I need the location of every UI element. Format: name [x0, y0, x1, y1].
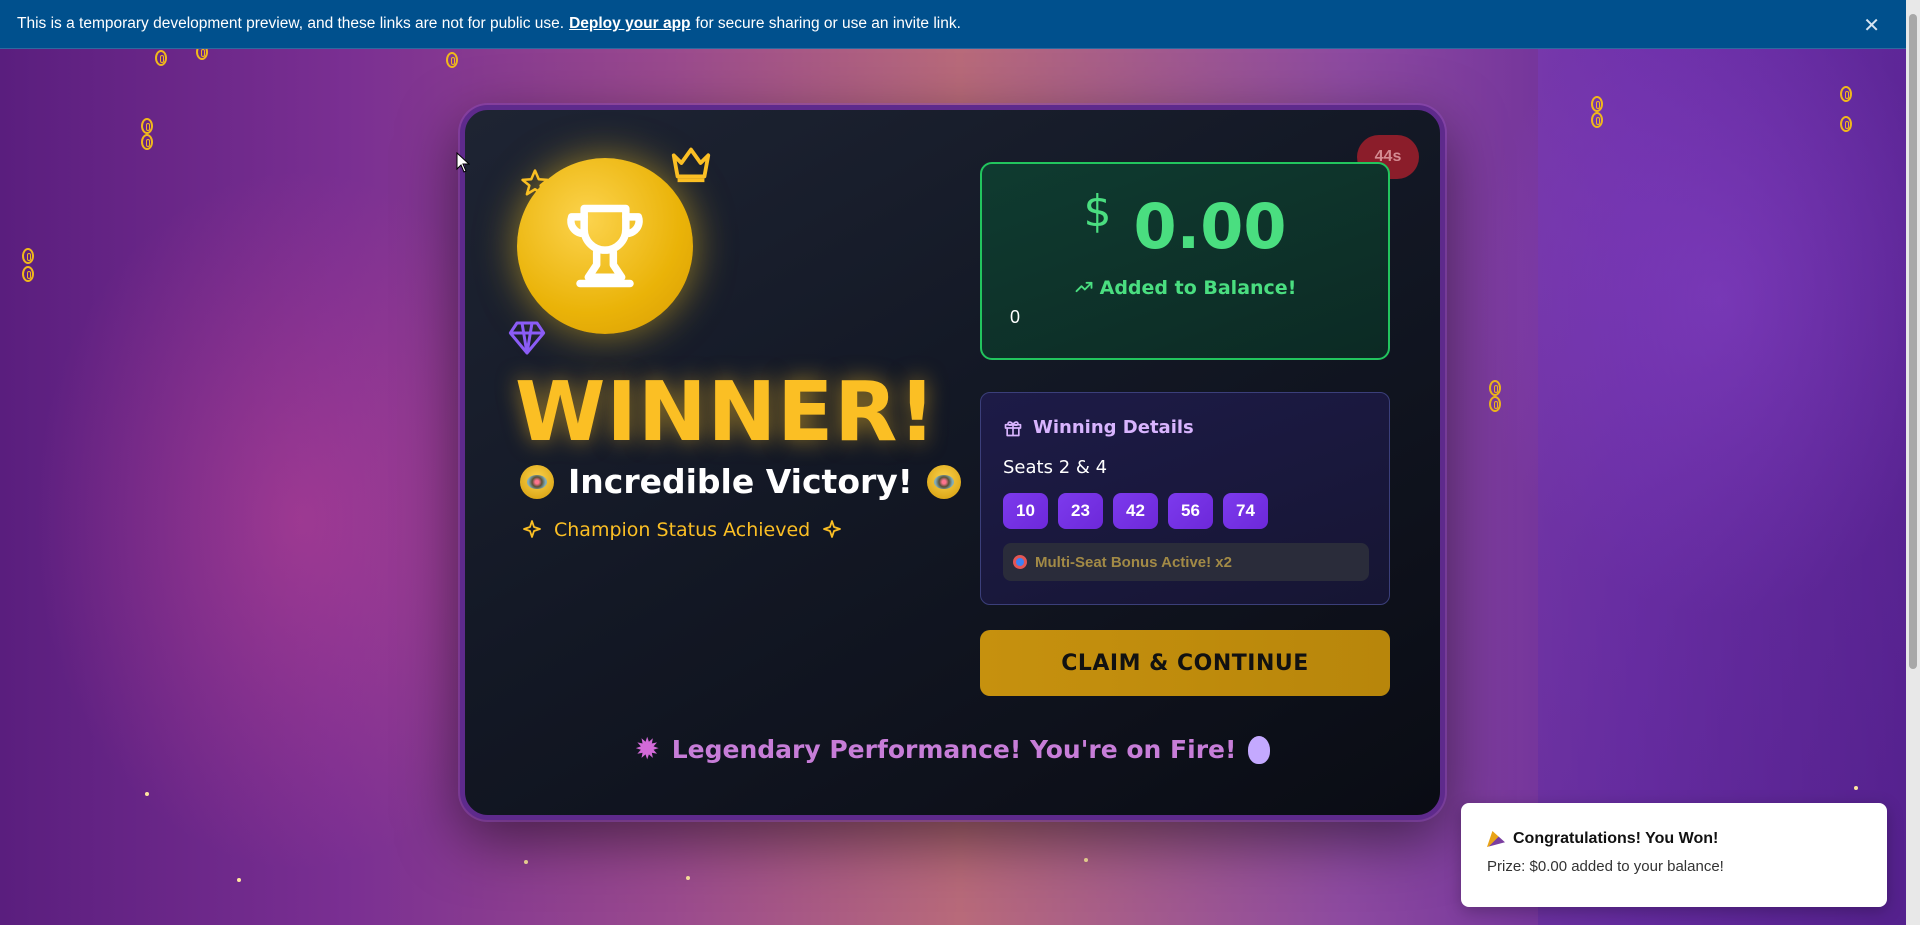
coin-icon — [141, 134, 153, 150]
balance-panel: $0.00 Added to Balance! 0 — [980, 162, 1390, 360]
bonus-banner: Multi-Seat Bonus Active! x2 — [1003, 543, 1369, 581]
banner-text-after: for secure sharing or use an invite link… — [695, 15, 961, 32]
dev-preview-banner: This is a temporary development preview,… — [0, 0, 1906, 49]
toast-title: Congratulations! You Won! — [1487, 830, 1861, 848]
winning-numbers: 10 23 42 56 74 — [1003, 493, 1268, 529]
number-ball: 42 — [1113, 493, 1158, 529]
coin-icon — [1840, 86, 1852, 102]
performance-text: Legendary Performance! You're on Fire! — [671, 735, 1237, 764]
seats-label: Seats 2 & 4 — [1003, 457, 1108, 478]
sparkle-dot — [524, 860, 528, 864]
performance-message: ✹ Legendary Performance! You're on Fire! — [465, 732, 1440, 767]
party-popper-icon — [1487, 831, 1505, 847]
toast-body: Prize: $0.00 added to your balance! — [1487, 858, 1724, 875]
coin-icon — [155, 50, 167, 66]
victory-text: Incredible Victory! — [568, 462, 913, 501]
coin-icon — [1591, 112, 1603, 128]
victory-subtitle: Incredible Victory! — [520, 462, 961, 501]
winner-modal: WINNER! Incredible Victory! Champion Sta… — [460, 105, 1445, 820]
number-ball: 56 — [1168, 493, 1213, 529]
sparkle-dot — [686, 876, 690, 880]
scrollbar-thumb[interactable] — [1909, 14, 1917, 669]
details-title: Winning Details — [1033, 417, 1194, 438]
bee-icon — [520, 464, 554, 499]
coin-icon — [1489, 380, 1501, 396]
amount-value: 0.00 — [1133, 190, 1287, 263]
close-icon[interactable]: ✕ — [1863, 13, 1880, 38]
champion-status: Champion Status Achieved — [520, 518, 844, 542]
number-ball: 23 — [1058, 493, 1103, 529]
added-to-balance: Added to Balance! — [982, 277, 1388, 299]
burst-icon: ✹ — [634, 732, 660, 767]
gift-icon — [1004, 420, 1022, 436]
prize-amount: $0.00 — [982, 186, 1388, 263]
win-toast: Congratulations! You Won! Prize: $0.00 a… — [1461, 803, 1887, 907]
gem-icon — [508, 321, 546, 355]
sparkle-dot — [1084, 858, 1088, 862]
number-ball: 74 — [1223, 493, 1268, 529]
bonus-text: Multi-Seat Bonus Active! x2 — [1035, 553, 1232, 571]
added-label: Added to Balance! — [1099, 277, 1297, 299]
deploy-app-link[interactable]: Deploy your app — [569, 15, 690, 33]
winner-title: WINNER! — [515, 365, 937, 460]
coin-icon — [1591, 96, 1603, 112]
coin-icon — [22, 266, 34, 282]
sparkles-icon — [823, 520, 842, 538]
toast-title-text: Congratulations! You Won! — [1513, 830, 1719, 847]
fire-icon — [1248, 735, 1271, 764]
sparkle-dot — [1854, 786, 1858, 790]
coin-icon — [22, 248, 34, 264]
coin-icon — [1840, 116, 1852, 132]
details-header: Winning Details — [1003, 417, 1194, 438]
banner-text: This is a temporary development preview,… — [17, 15, 565, 32]
sparkle-dot — [145, 792, 149, 796]
crown-icon — [671, 147, 711, 183]
sparkle-dot — [237, 878, 241, 882]
balance-counter: 0 — [1010, 307, 1021, 327]
coin-icon — [1489, 396, 1501, 412]
bee-icon — [926, 464, 961, 499]
champion-text: Champion Status Achieved — [554, 519, 811, 541]
claim-continue-button[interactable]: CLAIM & CONTINUE — [980, 630, 1390, 696]
currency-symbol: $ — [1083, 186, 1112, 237]
number-ball: 10 — [1003, 493, 1048, 529]
coin-icon — [446, 52, 458, 68]
trending-up-icon — [1075, 281, 1093, 293]
page-scrollbar[interactable] — [1906, 0, 1920, 925]
target-icon — [1013, 555, 1027, 569]
sparkles-icon — [523, 520, 541, 538]
coin-icon — [141, 118, 153, 134]
mouse-cursor-icon — [456, 152, 470, 173]
winning-details-panel: Winning Details Seats 2 & 4 10 23 42 56 … — [980, 392, 1390, 605]
background-panel — [1538, 49, 1908, 925]
trophy-icon — [567, 204, 643, 288]
